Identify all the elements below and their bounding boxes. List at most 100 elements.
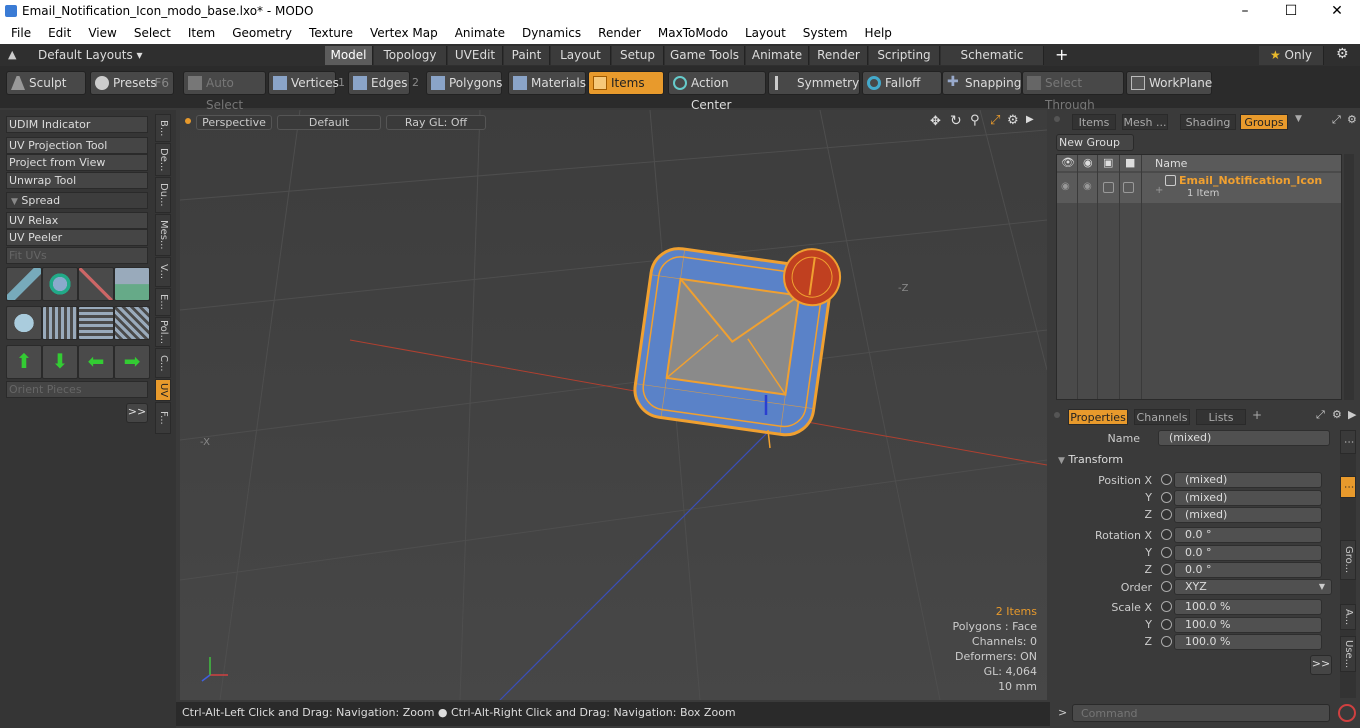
tab-shading[interactable]: Shading (1180, 114, 1236, 130)
vtab-mes[interactable]: Mes... (155, 214, 171, 256)
maximize-icon[interactable]: ☐ (1268, 0, 1314, 23)
uv-cylinder-icon[interactable] (6, 306, 42, 340)
udim-indicator-button[interactable]: UDIM Indicator (6, 116, 148, 133)
scale-y-field[interactable]: 100.0 % (1174, 617, 1322, 633)
falloff-button[interactable]: Falloff (862, 71, 942, 95)
spread-dropdown[interactable]: ▼ Spread (6, 192, 148, 209)
side-tab-gro[interactable]: Gro... (1340, 540, 1356, 580)
uv-projection-tool-button[interactable]: UV Projection Tool (6, 137, 148, 154)
tab-render[interactable]: Render (810, 46, 868, 65)
groups-settings-icon[interactable]: ⚙ (1347, 113, 1357, 126)
rotation-y-field[interactable]: 0.0 ° (1174, 545, 1322, 561)
tab-groups[interactable]: Groups (1240, 114, 1288, 130)
add-tab-icon[interactable]: + (1055, 45, 1068, 64)
row-select-checkbox[interactable] (1123, 182, 1134, 193)
vtab-uv[interactable]: UV (155, 379, 171, 401)
uv-transform-icon[interactable] (6, 267, 42, 301)
arrow-up-icon[interactable]: ⬆ (6, 345, 42, 379)
auto-select-button[interactable]: Auto Select (183, 71, 266, 112)
tab-game-tools[interactable]: Game Tools (665, 46, 745, 65)
project-from-view-button[interactable]: Project from View (6, 154, 148, 171)
edges-button[interactable]: Edges 2 (348, 71, 419, 95)
uv-fit-icon[interactable] (114, 306, 150, 340)
position-y-field[interactable]: (mixed) (1174, 490, 1322, 506)
uv-planar-icon[interactable] (78, 306, 114, 340)
side-tab-options[interactable]: ⋮ (1340, 430, 1356, 454)
menu-texture[interactable]: Texture (309, 23, 353, 44)
properties-expand-icon[interactable]: ⤢ (1316, 408, 1325, 422)
scale-z-dot[interactable] (1161, 636, 1172, 647)
position-x-dot[interactable] (1161, 474, 1172, 485)
sculpt-button[interactable]: Sculpt (6, 71, 86, 95)
unwrap-tool-button[interactable]: Unwrap Tool (6, 172, 148, 189)
properties-panel-menu-icon[interactable] (1054, 412, 1060, 418)
uv-peeler-button[interactable]: UV Peeler (6, 229, 148, 246)
viewport-menu-icon[interactable] (185, 118, 191, 124)
groups-panel-menu-icon[interactable] (1054, 116, 1060, 122)
rotation-x-dot[interactable] (1161, 529, 1172, 540)
3d-viewport[interactable]: Perspective Default Ray GL: Off ✥ ↻ ⚲ ⤢ … (180, 110, 1047, 700)
symmetry-button[interactable]: Symmetry (768, 71, 860, 95)
group-name[interactable]: Email_Notification_Icon (1179, 174, 1322, 187)
groups-expand-icon[interactable]: ⤢ (1332, 113, 1341, 127)
properties-more-button[interactable]: >> (1310, 655, 1332, 675)
menu-geometry[interactable]: Geometry (232, 23, 292, 44)
move-view-icon[interactable]: ✥ (930, 114, 941, 129)
uv-move-icon[interactable] (78, 267, 114, 301)
tab-lists[interactable]: Lists (1196, 409, 1246, 425)
command-record-icon[interactable] (1338, 704, 1356, 722)
shading-dropdown[interactable]: Default (277, 115, 381, 130)
view-type-dropdown[interactable]: Perspective (196, 115, 272, 130)
vtab-c[interactable]: C... (155, 348, 171, 378)
tab-scripting[interactable]: Scripting (869, 46, 940, 65)
tab-paint[interactable]: Paint (504, 46, 550, 65)
orient-pieces-button[interactable]: Orient Pieces (6, 381, 148, 398)
tab-layout[interactable]: Layout (551, 46, 611, 65)
scale-y-dot[interactable] (1161, 619, 1172, 630)
materials-button[interactable]: Materials (508, 71, 586, 95)
side-tab-a[interactable]: A... (1340, 604, 1356, 630)
menu-animate[interactable]: Animate (455, 23, 505, 44)
menu-edit[interactable]: Edit (48, 23, 71, 44)
row-lock-checkbox[interactable] (1103, 182, 1114, 193)
vtab-e[interactable]: E... (155, 288, 171, 316)
zoom-view-icon[interactable]: ⚲ (970, 113, 980, 128)
polygons-button[interactable]: Polygons (426, 71, 502, 95)
scale-z-field[interactable]: 100.0 % (1174, 634, 1322, 650)
tab-setup[interactable]: Setup (612, 46, 664, 65)
vtab-de[interactable]: De... (155, 143, 171, 176)
rotate-view-icon[interactable]: ↻ (950, 113, 962, 129)
tab-channels[interactable]: Channels (1134, 409, 1190, 425)
viewport-gear-icon[interactable]: ⚙ (1007, 113, 1019, 128)
tab-mesh[interactable]: Mesh ... (1122, 114, 1168, 130)
position-x-field[interactable]: (mixed) (1174, 472, 1322, 488)
arrow-down-icon[interactable]: ⬇ (42, 345, 78, 379)
position-z-dot[interactable] (1161, 509, 1172, 520)
raygl-dropdown[interactable]: Ray GL: Off (386, 115, 486, 130)
menu-select[interactable]: Select (134, 23, 171, 44)
rotation-z-field[interactable]: 0.0 ° (1174, 562, 1322, 578)
menu-file[interactable]: File (11, 23, 31, 44)
groups-dropdown-icon[interactable]: ▼ (1295, 114, 1302, 124)
tab-animate[interactable]: Animate (746, 46, 809, 65)
new-group-button[interactable]: New Group (1056, 134, 1134, 151)
properties-settings-icon[interactable]: ⚙ (1332, 408, 1342, 421)
row-render-icon[interactable]: ◉ (1083, 181, 1092, 192)
presets-button[interactable]: Presets F6 (90, 71, 174, 95)
select-through-button[interactable]: Select Through (1022, 71, 1124, 112)
side-tab-active[interactable]: ⋮ (1340, 476, 1356, 498)
vtab-b[interactable]: B... (155, 114, 171, 142)
menu-view[interactable]: View (88, 23, 116, 44)
close-icon[interactable]: ✕ (1314, 0, 1360, 23)
minimize-icon[interactable]: – (1222, 0, 1268, 23)
fit-uvs-button[interactable]: Fit UVs (6, 247, 148, 264)
scale-x-dot[interactable] (1161, 601, 1172, 612)
tab-properties[interactable]: Properties (1068, 409, 1128, 425)
vertices-button[interactable]: Vertices 1 (268, 71, 345, 95)
maximize-view-icon[interactable]: ⤢ (990, 113, 1000, 128)
add-properties-tab-icon[interactable]: + (1252, 408, 1262, 422)
uv-box-icon[interactable] (114, 267, 150, 301)
arrow-right-icon[interactable]: ➡ (114, 345, 150, 379)
menu-help[interactable]: Help (865, 23, 892, 44)
items-button[interactable]: Items (588, 71, 664, 95)
